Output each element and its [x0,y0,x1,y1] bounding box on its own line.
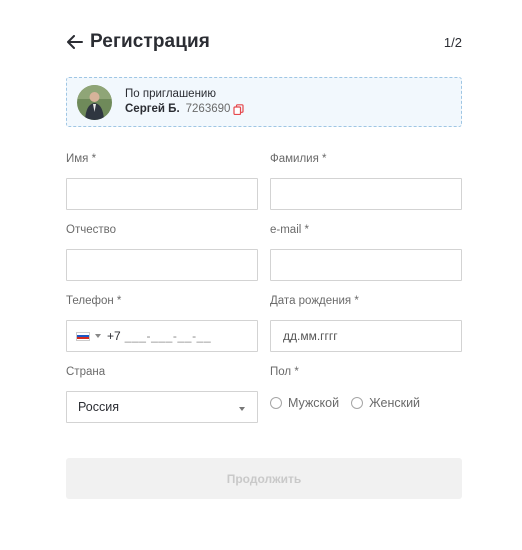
last-name-input[interactable] [271,179,461,209]
country-select[interactable]: Россия [66,391,258,423]
radio-circle-icon[interactable] [351,397,364,409]
last-name-field[interactable] [270,178,462,210]
invitation-card: По приглашению Сергей Б. 7263690 [66,77,462,127]
copy-icon[interactable] [233,104,245,115]
middle-name-label: Отчество [66,224,116,236]
step-indicator: 1/2 [443,34,462,50]
phone-field[interactable]: +7 ___-___-__-__ [66,320,258,352]
middle-name-field[interactable] [66,249,258,281]
avatar [77,84,112,120]
gender-label: Пол * [270,366,299,378]
phone-label: Телефон * [66,295,122,307]
gender-option-label[interactable]: Мужской [288,396,339,410]
birth-date-label: Дата рождения * [270,295,359,307]
arrow-left-icon[interactable] [66,33,84,51]
continue-button[interactable]: Продолжить [66,458,462,499]
country-label: Страна [66,366,106,378]
gender-radio-male[interactable]: Мужской [270,396,339,410]
birth-date-input[interactable] [271,321,461,351]
first-name-input[interactable] [67,179,257,209]
page-title: Регистрация [90,31,210,52]
inviter-name: Сергей Б. [125,103,180,115]
country-selected-value: Россия [78,400,119,414]
chevron-down-icon[interactable] [239,407,245,411]
radio-circle-icon[interactable] [270,397,282,409]
email-input[interactable] [271,250,461,280]
gender-radio-female[interactable]: Женский [351,396,420,410]
email-field[interactable] [270,249,462,281]
russia-flag-icon[interactable] [76,331,90,341]
phone-country-code: +7 [107,329,121,343]
chevron-down-icon[interactable] [95,334,101,338]
gender-radio-group: Мужской Женский [270,396,432,410]
first-name-field[interactable] [66,178,258,210]
last-name-label: Фамилия * [270,153,327,165]
page-header: Регистрация 1/2 [66,30,462,54]
email-label: e-mail * [270,224,309,236]
inviter-code: 7263690 [185,103,231,115]
first-name-label: Имя * [66,153,97,165]
phone-mask[interactable]: ___-___-__-__ [125,329,212,343]
invite-label: По приглашению [125,88,216,100]
gender-option-label[interactable]: Женский [369,396,420,410]
middle-name-input[interactable] [67,250,257,280]
birth-date-field[interactable] [270,320,462,352]
